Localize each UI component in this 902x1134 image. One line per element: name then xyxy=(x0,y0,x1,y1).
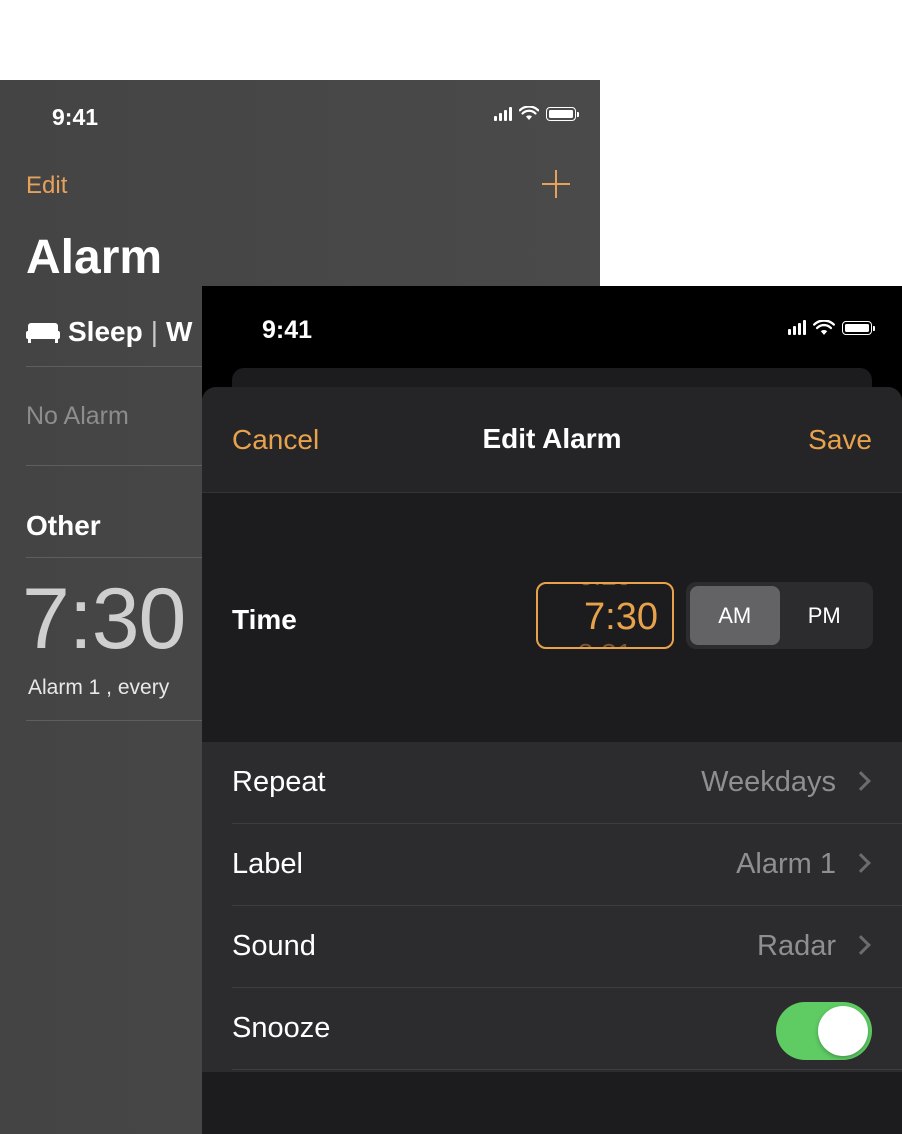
chevron-right-icon xyxy=(851,935,871,955)
sound-row[interactable]: Sound Radar xyxy=(202,906,902,988)
chevron-right-icon xyxy=(851,853,871,873)
sleep-divider: | xyxy=(150,316,158,347)
wifi-icon xyxy=(813,320,835,335)
snooze-toggle[interactable] xyxy=(776,1002,872,1060)
am-segment[interactable]: AM xyxy=(690,586,780,645)
time-row: Time 6:29 7:30 8:31 AM PM xyxy=(202,494,902,742)
battery-icon xyxy=(546,106,579,121)
time-label: Time xyxy=(232,604,297,635)
chevron-right-icon xyxy=(851,771,871,791)
sleep-wake-header: Sleep | W xyxy=(26,316,192,348)
status-time: 9:41 xyxy=(262,316,313,344)
signal-icon xyxy=(494,106,512,121)
page-title: Alarm xyxy=(26,231,163,284)
pm-segment[interactable]: PM xyxy=(780,586,870,645)
alarm-time[interactable]: 7:30 xyxy=(22,570,186,669)
sheet-nav-bar: Cancel Edit Alarm Save xyxy=(202,387,902,493)
picker-prev-value: 6:29 xyxy=(538,584,672,592)
wake-label-partial: W xyxy=(165,316,193,347)
repeat-row[interactable]: Repeat Weekdays xyxy=(202,742,902,824)
wifi-icon xyxy=(519,106,539,120)
row-value: Weekdays xyxy=(701,766,836,798)
row-separator xyxy=(232,1069,902,1070)
save-button[interactable]: Save xyxy=(808,424,872,456)
other-heading: Other xyxy=(26,510,101,541)
battery-icon xyxy=(842,321,875,335)
sheet-title: Edit Alarm xyxy=(482,423,622,454)
picker-current-value: 7:30 xyxy=(584,596,658,638)
sleep-label: Sleep xyxy=(68,316,143,347)
edit-alarm-sheet: Cancel Edit Alarm Save Time 6:29 7:30 8:… xyxy=(202,387,902,1134)
bed-icon xyxy=(26,321,60,343)
am-pm-segmented-control: AM PM xyxy=(686,582,873,649)
row-label: Repeat xyxy=(232,766,326,798)
row-value: Alarm 1 xyxy=(736,848,836,880)
alarm-subtitle: Alarm 1 , every xyxy=(28,676,170,699)
label-row[interactable]: Label Alarm 1 xyxy=(202,824,902,906)
sheet-bottom-area xyxy=(202,1072,902,1134)
status-icons xyxy=(494,106,579,121)
picker-next-value: 8:31 xyxy=(538,638,672,647)
time-picker[interactable]: 6:29 7:30 8:31 xyxy=(536,582,674,649)
toggle-knob xyxy=(818,1006,868,1056)
signal-icon xyxy=(788,320,806,335)
row-label: Label xyxy=(232,848,303,880)
row-label: Snooze xyxy=(232,1012,331,1044)
status-icons xyxy=(788,320,875,336)
row-value: Radar xyxy=(757,930,836,962)
edit-button[interactable]: Edit xyxy=(26,172,67,200)
edit-alarm-screen: 9:41 Cancel Edit Alarm Save Time 6:29 7:… xyxy=(202,286,902,1134)
settings-group: Repeat Weekdays Label Alarm 1 Sound Rada… xyxy=(202,742,902,1072)
plus-icon[interactable] xyxy=(540,168,572,200)
status-time: 9:41 xyxy=(52,104,99,130)
no-alarm-text: No Alarm xyxy=(26,402,129,430)
snooze-row: Snooze xyxy=(202,988,902,1070)
row-label: Sound xyxy=(232,930,316,962)
